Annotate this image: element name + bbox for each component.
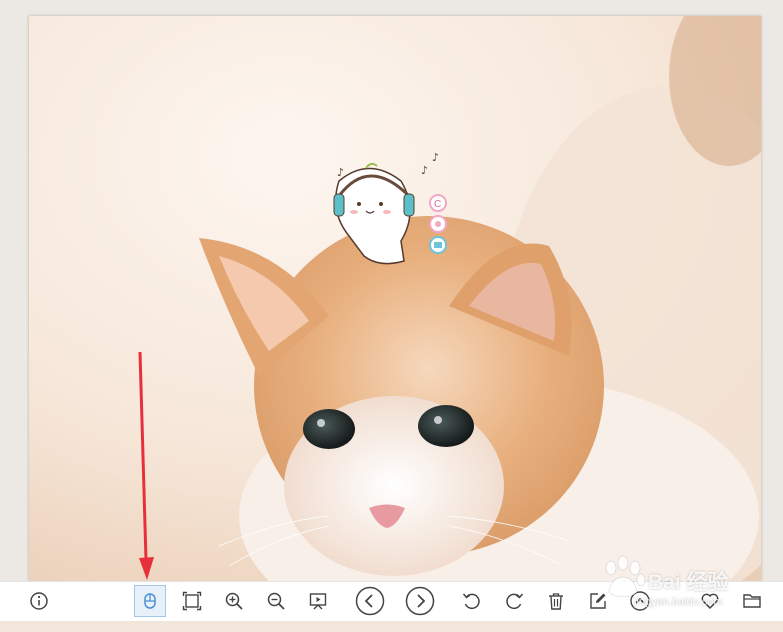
fit-window-button[interactable] (176, 585, 208, 617)
slideshow-button[interactable] (302, 585, 334, 617)
trash-icon (549, 593, 563, 610)
info-icon (30, 592, 48, 610)
zoom-out-icon (267, 592, 285, 610)
mouse-icon (144, 593, 156, 609)
svg-text:♪: ♪ (337, 166, 344, 179)
zoom-in-icon (225, 592, 243, 610)
previous-button[interactable] (354, 585, 386, 617)
folder-icon (743, 594, 761, 608)
photo-canvas[interactable]: ♪ ♪ ♪ C (29, 16, 761, 581)
open-folder-button[interactable] (736, 585, 768, 617)
delete-button[interactable] (540, 585, 572, 617)
more-button[interactable] (624, 585, 656, 617)
chevron-right-icon (405, 586, 435, 616)
rotate-right-button[interactable] (498, 585, 530, 617)
edit-icon (590, 593, 606, 609)
zoom-in-button[interactable] (218, 585, 250, 617)
rotate-cw-icon (506, 593, 524, 610)
viewer-toolbar (0, 581, 783, 622)
rotate-ccw-icon (462, 593, 480, 610)
sticker-letter: C (434, 199, 441, 210)
window-bottom-edge (0, 621, 783, 632)
zoom-out-button[interactable] (260, 585, 292, 617)
rotate-left-button[interactable] (456, 585, 488, 617)
favorite-button[interactable] (694, 585, 726, 617)
mouse-mode-button[interactable] (134, 585, 166, 617)
next-button[interactable] (404, 585, 436, 617)
svg-text:♪: ♪ (421, 164, 428, 177)
kitten-photo: ♪ ♪ ♪ C (29, 16, 761, 581)
info-button[interactable] (23, 585, 55, 617)
chevron-up-icon (630, 591, 650, 611)
heart-icon (701, 593, 719, 610)
fit-frame-icon (182, 591, 202, 611)
chevron-left-icon (355, 586, 385, 616)
slideshow-icon (309, 593, 327, 610)
svg-text:♪: ♪ (432, 151, 439, 164)
image-viewer-window: ♪ ♪ ♪ C Bai 经验 jingyan.baidu.com (0, 0, 783, 632)
edit-button[interactable] (582, 585, 614, 617)
